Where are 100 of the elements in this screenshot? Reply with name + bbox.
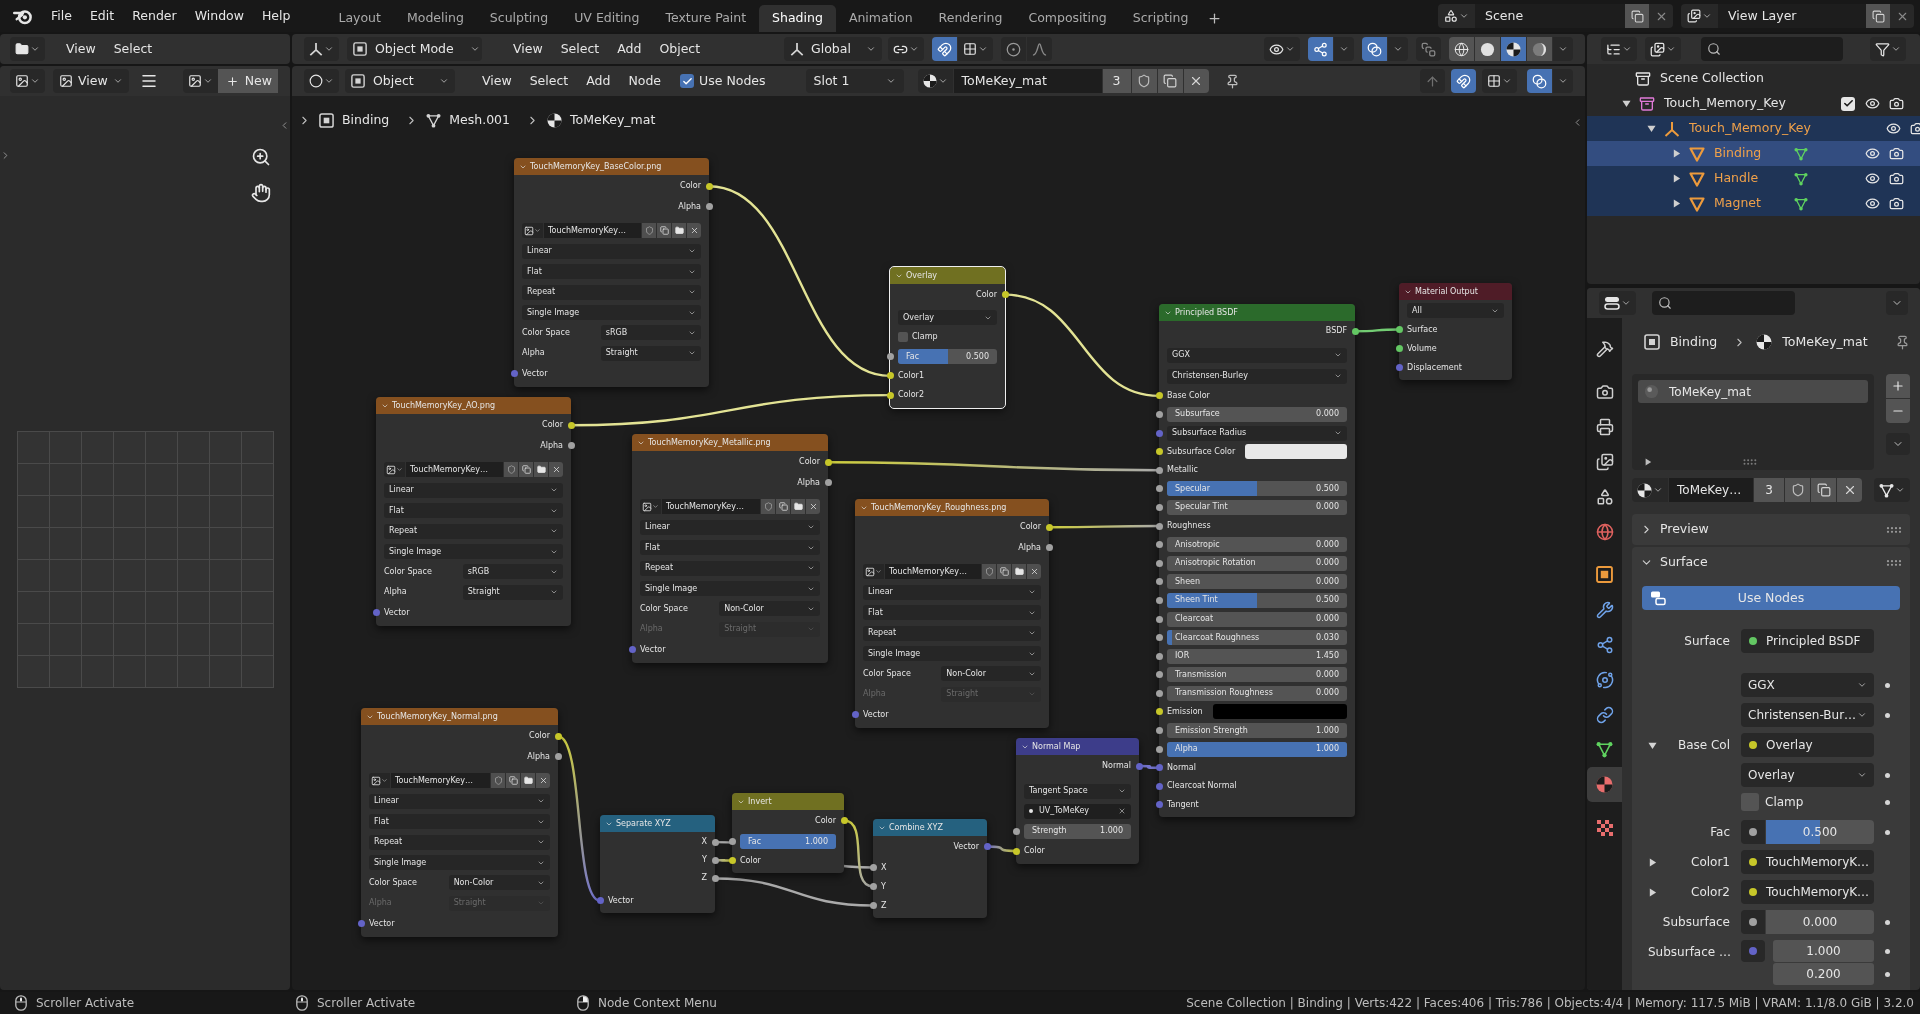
menu-item[interactable]: Node xyxy=(619,69,671,93)
close-button[interactable] xyxy=(1837,478,1862,502)
link-field[interactable]: Principled BSDF xyxy=(1741,629,1874,653)
outliner-row[interactable]: Scene Collection xyxy=(1587,66,1920,91)
workspace-tab[interactable]: Sculpting xyxy=(476,5,562,32)
scene-field[interactable]: Scene xyxy=(1475,4,1625,28)
color-swatch[interactable] xyxy=(1212,704,1347,720)
dropdown[interactable]: Single Image xyxy=(369,855,550,871)
shield-button[interactable] xyxy=(1131,69,1157,93)
dropdown[interactable]: Straight xyxy=(462,584,563,600)
shield-button[interactable] xyxy=(642,223,656,239)
user-count[interactable]: 3 xyxy=(1754,478,1784,502)
workspace-tab[interactable]: Texture Paint xyxy=(652,5,760,32)
socket-icon[interactable] xyxy=(728,857,736,864)
outliner-row[interactable]: Magnet xyxy=(1587,191,1920,216)
socket-icon[interactable] xyxy=(728,838,736,845)
slider[interactable]: Subsurface 0.000 xyxy=(1167,407,1347,422)
search-field[interactable] xyxy=(1652,291,1795,315)
zoom-button[interactable] xyxy=(250,146,272,168)
image-name-field[interactable]: TouchMemoryKey… xyxy=(544,223,641,239)
dropdown[interactable]: All xyxy=(1407,303,1504,318)
node-header[interactable]: Overlay xyxy=(890,267,1005,284)
duplicate-button[interactable] xyxy=(1811,478,1836,502)
image-browse-button[interactable] xyxy=(369,773,390,789)
socket-icon[interactable] xyxy=(1155,485,1163,493)
outliner-row[interactable]: Touch_Memory_Key xyxy=(1587,91,1920,116)
decorator-icon[interactable] xyxy=(1884,772,1890,778)
visibility-button[interactable] xyxy=(1264,37,1300,61)
options-button[interactable] xyxy=(1886,291,1908,315)
socket-icon[interactable] xyxy=(1155,745,1163,753)
use-nodes-checkbox[interactable]: Use Nodes xyxy=(680,74,766,88)
link-field[interactable]: Overlay xyxy=(1741,733,1874,757)
duplicate-button[interactable] xyxy=(657,223,671,239)
menu-item[interactable]: Render xyxy=(123,4,186,28)
scene-browse-button[interactable] xyxy=(1438,4,1475,28)
node-header[interactable]: TouchMemoryKey_AO.png xyxy=(376,397,571,414)
dropdown[interactable]: Single Image xyxy=(863,646,1041,662)
dropdown[interactable]: Repeat xyxy=(369,834,550,850)
socket-icon[interactable] xyxy=(886,391,894,399)
dropdown[interactable]: Overlay xyxy=(898,310,997,326)
panel-header[interactable]: Surface xyxy=(1632,547,1910,578)
image-name-field[interactable]: TouchMemoryKey… xyxy=(406,462,503,478)
duplicate-button[interactable] xyxy=(506,773,520,789)
dropdown[interactable]: Christensen-Burley xyxy=(1167,368,1347,384)
shader-type-dropdown[interactable]: Object xyxy=(345,69,455,93)
slider[interactable]: Strength 1.000 xyxy=(1024,823,1131,839)
duplicate-button[interactable] xyxy=(1625,4,1649,28)
dropdown[interactable]: Non-Color xyxy=(941,666,1041,682)
decorator-icon[interactable] xyxy=(1884,682,1890,688)
dropdown[interactable]: Single Image xyxy=(640,581,820,597)
socket-icon[interactable] xyxy=(1012,827,1020,835)
image-browse-button[interactable] xyxy=(863,564,884,580)
menu-item[interactable]: Select xyxy=(520,69,578,93)
link-field[interactable]: TouchMemoryK… xyxy=(1741,850,1874,874)
dropdown[interactable]: Overlay xyxy=(1741,763,1874,787)
material-browse-button[interactable] xyxy=(917,69,953,93)
socket-icon[interactable] xyxy=(1395,326,1403,333)
editor-type-button[interactable] xyxy=(10,37,45,61)
duplicate-button[interactable] xyxy=(1866,4,1890,28)
workspace-tab[interactable]: Layout xyxy=(325,5,394,32)
socket-icon[interactable] xyxy=(1395,345,1403,352)
snap-target-button[interactable] xyxy=(958,37,993,61)
dropdown[interactable]: Non-Color xyxy=(448,875,550,891)
socket-icon[interactable] xyxy=(567,421,575,429)
slider[interactable]: IOR 1.450 xyxy=(1167,648,1347,664)
folder-button[interactable] xyxy=(534,462,548,478)
dropdown[interactable]: Linear xyxy=(384,482,563,498)
dropdown[interactable]: sRGB xyxy=(462,564,563,580)
snap-toggle[interactable] xyxy=(932,37,957,61)
socket-icon[interactable] xyxy=(1155,559,1163,567)
image-name-field[interactable]: TouchMemoryKey… xyxy=(885,564,981,580)
socket-icon[interactable] xyxy=(1155,466,1163,474)
number-field[interactable]: 0.200 xyxy=(1773,963,1874,985)
close-button[interactable] xyxy=(806,499,820,515)
dropdown[interactable]: GGX xyxy=(1741,673,1874,697)
decorator-icon[interactable] xyxy=(1884,799,1890,805)
dropdown[interactable]: Linear xyxy=(369,793,550,809)
close-button[interactable] xyxy=(1649,4,1673,28)
pin-button[interactable] xyxy=(1895,334,1910,350)
dropdown[interactable]: Linear xyxy=(522,243,701,259)
socket-icon[interactable] xyxy=(567,442,575,450)
editor-type-button[interactable] xyxy=(1599,291,1636,315)
editor-type-button[interactable] xyxy=(304,69,339,93)
material-name-field[interactable]: ToMeKey_mat xyxy=(953,69,1102,93)
xray-toggle[interactable] xyxy=(1416,37,1441,61)
image-browse-button[interactable] xyxy=(522,223,543,239)
duplicate-button[interactable] xyxy=(776,499,790,515)
falloff-button[interactable] xyxy=(1027,37,1052,61)
socket-icon[interactable] xyxy=(1155,503,1163,511)
menu-item[interactable]: Help xyxy=(252,4,300,28)
decorator-icon[interactable] xyxy=(1884,829,1890,835)
shield-button[interactable] xyxy=(1785,478,1810,502)
socket-icon[interactable] xyxy=(869,864,877,871)
dropdown[interactable]: Tangent Space xyxy=(1024,783,1131,799)
dropdown[interactable]: Single Image xyxy=(522,305,701,321)
dropdown[interactable]: Repeat xyxy=(863,625,1041,641)
slot-menu-button[interactable] xyxy=(1886,433,1910,455)
folder-button[interactable] xyxy=(791,499,805,515)
slider[interactable]: Anisotropic 0.000 xyxy=(1167,537,1347,553)
view-dropdown[interactable]: View xyxy=(53,69,129,93)
